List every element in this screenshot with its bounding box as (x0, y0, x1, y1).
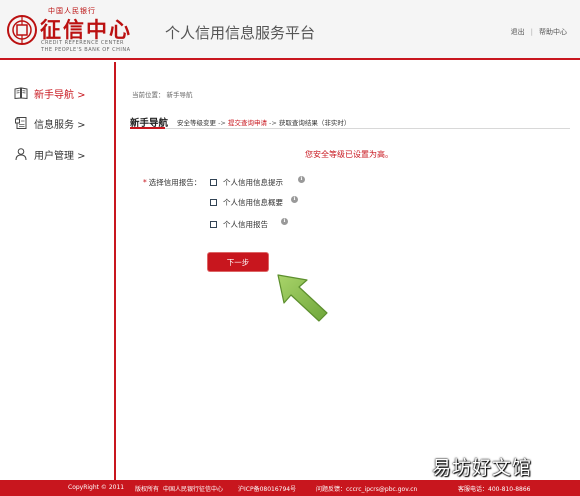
watermark: 易坊好文馆 (432, 457, 533, 479)
option-label: 个人信用信息提示 (223, 178, 283, 187)
platform-title: 个人信用信息服务平台 (165, 24, 316, 42)
sidebar: 新手导航 > 信息服务 > 用户管理 > (0, 62, 116, 480)
top-links: 退出 | 帮助中心 (508, 27, 570, 37)
info-icon[interactable]: i (281, 218, 288, 225)
logout-link[interactable]: 退出 (511, 28, 525, 36)
logo-english-line1: CREDIT REFERENCE CENTER (41, 40, 124, 46)
option-credit-info-tip[interactable]: 个人信用信息提示 (210, 177, 283, 188)
site-header: 中国人民银行 征信中心 CREDIT REFERENCE CENTER THE … (0, 0, 580, 60)
option-label: 个人信用信息概要 (223, 198, 283, 207)
breadcrumb-current: 新手导航 (166, 91, 193, 99)
site-footer: CopyRight © 2011 版权所有 中国人民银行征信中心 沪ICP备08… (0, 480, 580, 496)
step-guide-bar: 新手导航 安全等级变更 -> 提交查询申请 -> 获取查询结果（非实时） (130, 113, 570, 129)
next-step-button[interactable]: 下一步 (208, 253, 268, 271)
footer-copyright: CopyRight © 2011 (68, 484, 125, 491)
step-arrow: -> (218, 119, 226, 127)
report-select-label: * 选择信用报告： (143, 177, 201, 188)
step-get-result: 获取查询结果（非实时） (278, 119, 351, 127)
title-underline (130, 127, 165, 129)
document-icon (15, 117, 27, 129)
step-security-level: 安全等级变更 (177, 119, 216, 127)
option-credit-info-summary[interactable]: 个人信用信息概要 (210, 197, 283, 208)
footer-icp: 沪ICP备08016794号 (238, 486, 297, 493)
sidebar-item-label: 用户管理 > (34, 150, 86, 162)
footer-org: 中国人民银行征信中心 (163, 486, 224, 493)
sidebar-item-label: 新手导航 > (34, 89, 86, 101)
link-separator: | (530, 28, 533, 36)
step-submit-query: 提交查询申请 (227, 119, 267, 127)
sidebar-item-user-management[interactable]: 用户管理 > (14, 145, 86, 163)
checkbox[interactable] (210, 179, 217, 186)
info-icon[interactable]: i (298, 176, 305, 183)
help-center-link[interactable]: 帮助中心 (539, 28, 567, 36)
sidebar-item-label: 信息服务 > (34, 119, 86, 131)
sidebar-item-info-service[interactable]: 信息服务 > (14, 114, 86, 132)
checkbox[interactable] (210, 199, 217, 206)
user-icon (15, 148, 27, 161)
required-mark: * (143, 178, 147, 187)
footer-rights: 版权所有 (135, 486, 160, 493)
footer-hotline: 客服电话：400-810-8866 (458, 486, 531, 493)
breadcrumb: 当前位置： 新手导航 (132, 89, 193, 99)
footer-feedback: 问题反馈：cccrc_ipcrs@pbc.gov.cn (316, 486, 418, 493)
credit-center-emblem-icon (7, 15, 37, 45)
step-arrow: -> (269, 119, 277, 127)
option-credit-report[interactable]: 个人信用报告 (210, 219, 268, 230)
option-label: 个人信用报告 (223, 220, 268, 229)
pointer-arrow-icon (277, 274, 328, 322)
step-list: 安全等级变更 -> 提交查询申请 -> 获取查询结果（非实时） (177, 117, 350, 127)
checkbox[interactable] (210, 221, 217, 228)
main-content: 当前位置： 新手导航 新手导航 安全等级变更 -> 提交查询申请 -> 获取查询结… (118, 62, 580, 480)
report-select-label-text: 选择信用报告： (148, 178, 202, 187)
logo-english-line2: THE PEOPLE'S BANK OF CHINA (41, 47, 131, 53)
security-level-notice: 您安全等级已设置为高。 (305, 150, 393, 159)
book-icon (14, 87, 28, 100)
info-icon[interactable]: i (291, 196, 298, 203)
sidebar-item-beginner-guide[interactable]: 新手导航 > (14, 84, 86, 102)
breadcrumb-prefix: 当前位置： (132, 91, 165, 99)
